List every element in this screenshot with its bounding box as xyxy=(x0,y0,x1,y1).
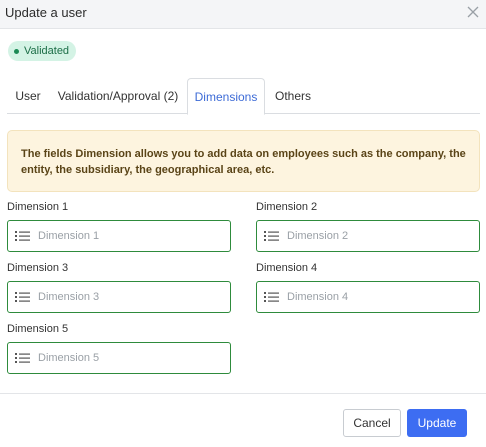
status-dot-icon xyxy=(14,48,19,54)
dialog-header: Update a user xyxy=(0,0,486,29)
dimension-4-field[interactable] xyxy=(256,281,480,313)
tab-others[interactable]: Others xyxy=(265,78,321,114)
close-icon[interactable] xyxy=(466,5,480,19)
dimension-3-input[interactable] xyxy=(38,291,218,303)
dimension-3-field[interactable] xyxy=(7,281,231,313)
tab-bar: User Validation/Approval (2) Dimensions … xyxy=(7,78,480,115)
dimension-1-field[interactable] xyxy=(7,220,231,252)
dimension-5-label: Dimension 5 xyxy=(7,323,69,335)
tab-dimensions[interactable]: Dimensions xyxy=(187,78,265,115)
tab-user-label: User xyxy=(15,89,41,103)
dimension-1-input[interactable] xyxy=(38,230,218,242)
dimension-5-input[interactable] xyxy=(38,352,218,364)
dimension-2-input[interactable] xyxy=(287,230,467,242)
tab-dimensions-label: Dimensions xyxy=(194,89,258,104)
update-button[interactable]: Update xyxy=(407,409,467,437)
dimension-4-input[interactable] xyxy=(287,291,467,303)
dimension-3-label: Dimension 3 xyxy=(7,262,69,274)
list-icon xyxy=(264,292,279,302)
list-icon xyxy=(264,231,279,241)
info-banner: The fields Dimension allows you to add d… xyxy=(7,130,480,192)
dimension-2-field[interactable] xyxy=(256,220,480,252)
list-icon xyxy=(15,353,30,363)
list-icon xyxy=(15,292,30,302)
tab-user[interactable]: User xyxy=(7,78,49,114)
cancel-button[interactable]: Cancel xyxy=(343,409,401,437)
tab-others-label: Others xyxy=(274,89,311,103)
dialog-title: Update a user xyxy=(5,5,87,20)
tab-validation-approval-label: Validation/Approval (2) xyxy=(57,89,179,103)
status-badge-label: Validated xyxy=(24,45,70,57)
status-badge: Validated xyxy=(8,41,77,61)
dimension-4-label: Dimension 4 xyxy=(256,262,318,274)
dialog-footer: Cancel Update xyxy=(0,393,486,447)
list-icon xyxy=(15,231,30,241)
dimension-5-field[interactable] xyxy=(7,342,231,374)
dimension-2-label: Dimension 2 xyxy=(256,201,318,213)
tab-validation-approval[interactable]: Validation/Approval (2) xyxy=(51,78,185,114)
dimension-1-label: Dimension 1 xyxy=(7,201,69,213)
